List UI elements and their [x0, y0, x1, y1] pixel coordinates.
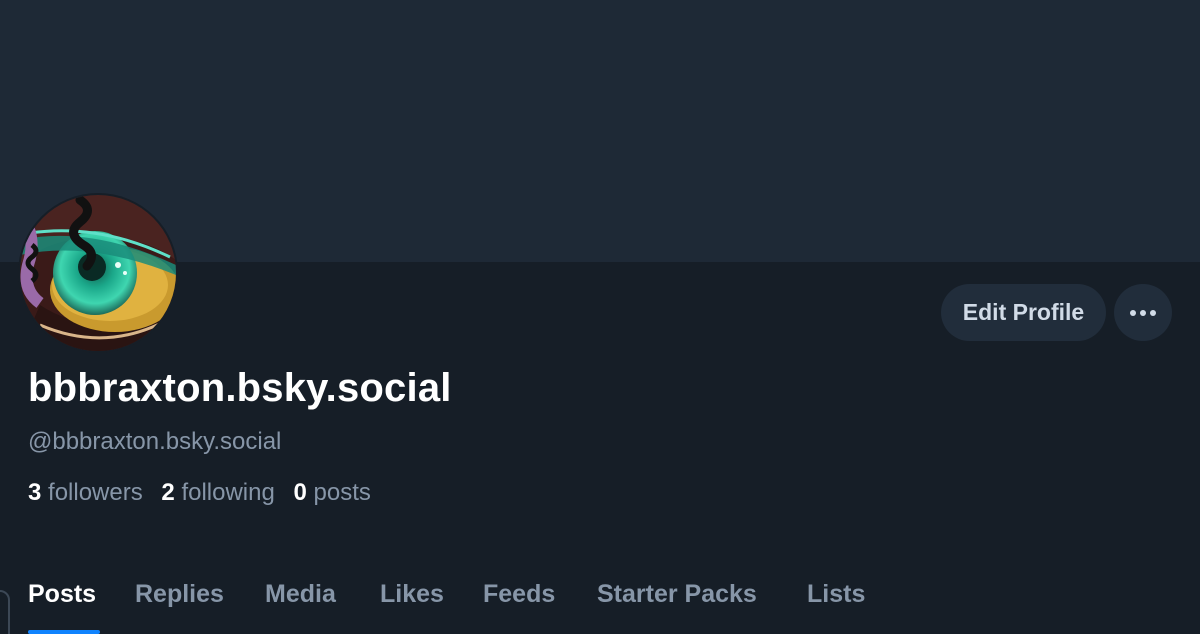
profile-avatar[interactable] [18, 193, 178, 353]
posts-count: 0 [293, 479, 307, 506]
followers-count: 3 [28, 479, 42, 506]
edit-profile-button[interactable]: Edit Profile [941, 284, 1106, 341]
following-count: 2 [161, 479, 175, 506]
following-stat[interactable]: 2 following [161, 479, 274, 507]
tab-likes[interactable]: Likes [380, 580, 444, 609]
profile-handle: @bbbraxton.bsky.social [28, 428, 282, 455]
ellipsis-icon [1130, 309, 1156, 316]
edit-profile-label: Edit Profile [962, 299, 1085, 325]
tab-lists[interactable]: Lists [807, 580, 865, 609]
profile-page: Edit Profile bbbraxton.bsky.social @bbbr… [0, 0, 1200, 634]
profile-stats: 3 followers 2 following 0 posts [28, 479, 383, 507]
more-options-button[interactable] [1114, 284, 1172, 341]
followers-stat[interactable]: 3 followers [28, 479, 143, 507]
following-label: following [181, 479, 275, 506]
profile-banner[interactable] [0, 0, 1200, 262]
tab-starter-packs[interactable]: Starter Packs [597, 580, 757, 609]
active-tab-indicator [28, 630, 100, 634]
eye-artwork-avatar [20, 195, 176, 351]
tab-media[interactable]: Media [265, 580, 336, 609]
scroll-edge-handle [0, 590, 10, 634]
posts-stat: 0 posts [294, 479, 371, 507]
followers-label: followers [48, 479, 143, 506]
display-name: bbbraxton.bsky.social [28, 366, 452, 410]
tab-posts[interactable]: Posts [28, 580, 96, 609]
tab-feeds[interactable]: Feeds [483, 580, 555, 609]
profile-tabs: Posts Replies Media Likes Feeds Starter … [0, 570, 1200, 634]
tab-replies[interactable]: Replies [135, 580, 224, 609]
posts-label: posts [313, 479, 371, 506]
